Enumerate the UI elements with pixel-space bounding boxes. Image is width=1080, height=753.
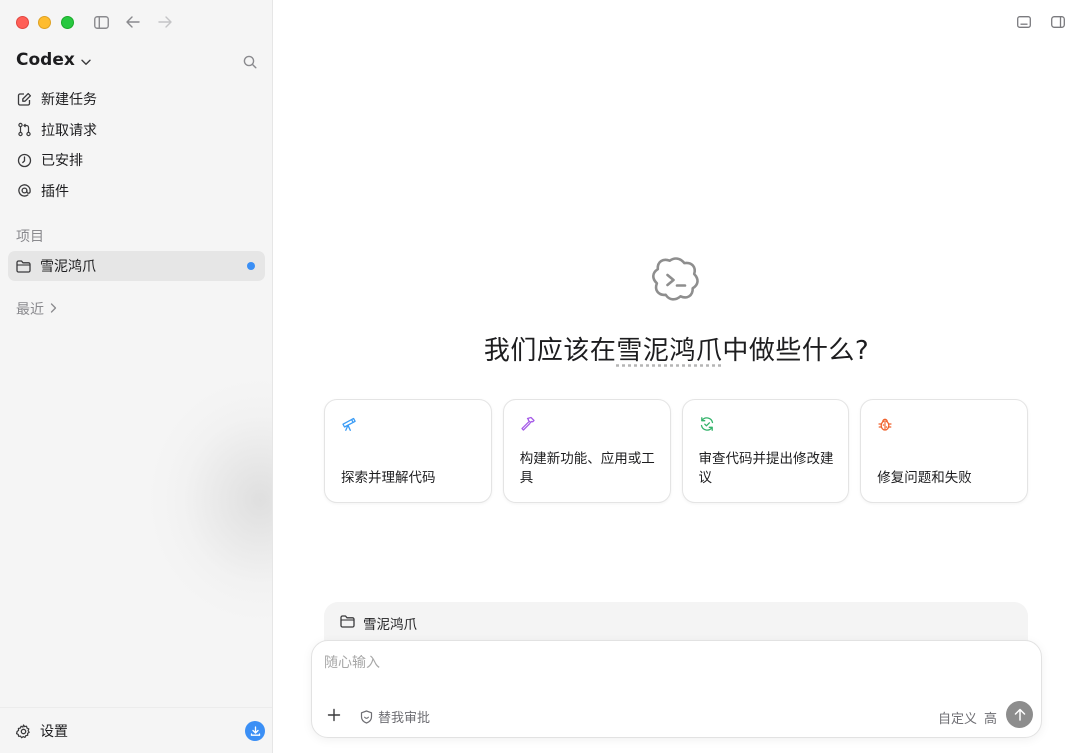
clock-icon (16, 152, 32, 168)
download-update-button[interactable] (245, 721, 265, 741)
auto-approve-label: 替我审批 (378, 711, 431, 726)
projects-section-label: 项目 (16, 229, 44, 245)
sidebar-toggle-icon[interactable] (92, 13, 110, 31)
suggestion-card-explore[interactable]: 探索并理解代码 (324, 399, 492, 503)
chevron-down-icon (81, 51, 91, 70)
folder-icon (16, 259, 31, 273)
suggestion-card-label: 审查代码并提出修改建议 (698, 451, 834, 486)
sidebar-project-item[interactable]: 雪泥鸿爪 (8, 251, 265, 281)
suggestion-cards: 探索并理解代码 构建新功能、应用或工具 审查代码并提出修改建议 修复问题和失败 (324, 399, 1028, 503)
suggestion-card-build[interactable]: 构建新功能、应用或工具 (502, 399, 671, 503)
suggestion-card-review[interactable]: 审查代码并提出修改建议 (681, 399, 850, 503)
title-prefix: 我们应该在 (483, 336, 617, 366)
suggestion-card-label: 探索并理解代码 (341, 470, 436, 486)
download-icon (250, 725, 261, 737)
arrow-up-icon (1014, 708, 1026, 721)
sidebar-item-label: 已安排 (41, 153, 83, 170)
sidebar-item-label: 插件 (41, 183, 69, 200)
at-icon (16, 183, 32, 199)
suggestion-card-label: 构建新功能、应用或工具 (519, 451, 655, 486)
add-attachment-button[interactable] (326, 707, 342, 723)
hammer-icon (520, 416, 536, 432)
app-title: Codex (16, 50, 75, 70)
sidebar: Codex 新建任务 拉取请求 已安排 插件 项目 雪泥鸿爪 最近 设置 (0, 0, 273, 753)
composer: 替我审批 自定义 高 (311, 640, 1042, 738)
codex-logo-icon (650, 254, 702, 306)
sidebar-item-label: 拉取请求 (41, 122, 97, 139)
back-arrow-icon[interactable] (124, 13, 142, 31)
sidebar-glow (150, 380, 272, 620)
project-name: 雪泥鸿爪 (40, 259, 96, 275)
sidebar-item-new-task[interactable]: 新建任务 (8, 84, 265, 115)
mode-label: 自定义 (937, 712, 977, 727)
sidebar-nav: 新建任务 拉取请求 已安排 插件 (8, 84, 265, 206)
sidebar-item-label: 新建任务 (41, 92, 97, 109)
pull-request-icon (16, 122, 32, 138)
level-label: 高 (983, 712, 997, 727)
window-minimize-button[interactable] (38, 16, 51, 29)
review-cycle-icon (699, 416, 715, 432)
chevron-right-icon (50, 301, 57, 317)
suggestion-card-fix[interactable]: 修复问题和失败 (860, 399, 1028, 503)
sidebar-item-pull-requests[interactable]: 拉取请求 (8, 115, 265, 146)
main-panel: 我们应该在雪泥鸿爪中做些什么? 探索并理解代码 构建新功能、应用或工具 审查代码… (273, 0, 1080, 753)
terminal-panel-icon[interactable] (1016, 14, 1032, 30)
search-icon[interactable] (241, 53, 259, 71)
recent-section-toggle[interactable]: 最近 (16, 299, 57, 319)
page-title: 我们应该在雪泥鸿爪中做些什么? (273, 330, 1080, 367)
edit-icon (16, 91, 32, 107)
shield-icon (360, 709, 373, 724)
auto-approve-toggle[interactable]: 替我审批 (360, 707, 430, 726)
forward-arrow-icon[interactable] (156, 13, 174, 31)
app-switcher[interactable]: Codex (16, 50, 91, 70)
gear-icon (16, 723, 31, 739)
window-maximize-button[interactable] (61, 16, 74, 29)
prompt-input[interactable] (324, 655, 924, 671)
title-project-link[interactable]: 雪泥鸿爪 (616, 336, 722, 366)
telescope-icon (341, 416, 357, 432)
bug-icon (877, 416, 893, 432)
sidebar-footer: 设置 (0, 707, 272, 753)
suggestion-card-label: 修复问题和失败 (877, 470, 972, 486)
sidebar-item-plugins[interactable]: 插件 (8, 176, 265, 207)
settings-button[interactable]: 设置 (16, 721, 68, 741)
recent-label: 最近 (16, 302, 44, 318)
project-status-dot (247, 262, 255, 270)
send-button[interactable] (1006, 701, 1033, 728)
settings-label: 设置 (40, 724, 68, 740)
side-panel-icon[interactable] (1050, 14, 1066, 30)
mode-selector[interactable]: 自定义 高 (938, 708, 997, 727)
plus-icon (327, 708, 341, 722)
context-project-name: 雪泥鸿爪 (363, 617, 417, 633)
sidebar-item-scheduled[interactable]: 已安排 (8, 145, 265, 176)
title-suffix: 中做些什么? (722, 336, 870, 366)
folder-icon (340, 615, 355, 628)
window-close-button[interactable] (16, 16, 29, 29)
